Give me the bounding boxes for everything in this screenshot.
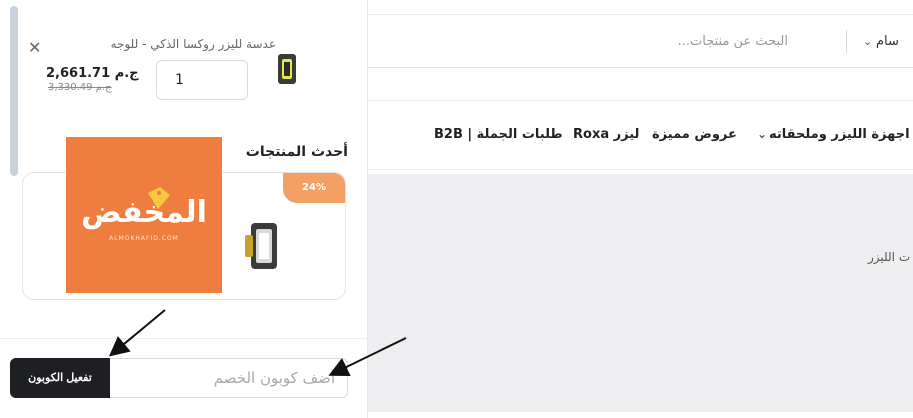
main-page: البحث عن منتجات... ⌄ سام طلبات الجملة | … [368,0,913,418]
main-nav: طلبات الجملة | B2B ليزر Roxa عروض مميزة … [368,100,913,170]
product-thumbnail[interactable] [274,52,300,86]
screen: البحث عن منتجات... ⌄ سام طلبات الجملة | … [0,0,913,418]
cart-item: ✕ عدسة لليزر روكسا الذكي - للوجه 2,661.7… [24,30,354,106]
watermark-word: المخفض [81,195,207,230]
scrollbar-thumb[interactable] [10,6,18,176]
watermark-logo: المخفض ALMOKHAFID.COM [66,137,222,293]
nav-item-roxa[interactable]: ليزر Roxa [573,127,639,142]
hero-text: ت الليزر [868,250,911,264]
cart-item-title[interactable]: عدسة لليزر روكسا الذكي - للوجه [76,37,276,51]
nav-item-laser-devices[interactable]: اجهزة الليزر وملحقاته [769,127,910,142]
watermark-url: ALMOKHAFID.COM [109,235,179,242]
apply-coupon-button[interactable]: تفعيل الكوبون [10,358,110,398]
search-separator [846,30,847,54]
search-input[interactable]: البحث عن منتجات... [678,34,788,49]
coupon-input[interactable] [111,359,347,397]
top-divider [368,14,913,15]
product-image[interactable] [243,221,283,271]
nav-item-b2b[interactable]: طلبات الجملة | B2B [434,127,563,142]
coupon-form: تفعيل الكوبون [10,358,348,398]
discount-badge: 24% [283,173,345,203]
drawer-divider [0,338,368,339]
item-old-price: 3,330.49 ج.م [48,82,112,93]
category-select[interactable]: سام [876,34,899,49]
search-bar: البحث عن منتجات... ⌄ سام [368,18,913,68]
latest-products-title: أحدث المنتجات [245,144,348,160]
chevron-down-icon[interactable]: ⌄ [863,35,872,48]
quantity-input[interactable] [156,60,248,100]
item-price: 2,661.71 ج.م [46,66,139,81]
cart-drawer: ✕ عدسة لليزر روكسا الذكي - للوجه 2,661.7… [0,0,368,418]
close-icon[interactable]: ✕ [28,38,41,57]
hero-banner: ت الليزر [368,174,913,412]
nav-item-offers[interactable]: عروض مميزة [652,127,737,142]
chevron-down-icon[interactable]: ⌄ [757,127,767,141]
